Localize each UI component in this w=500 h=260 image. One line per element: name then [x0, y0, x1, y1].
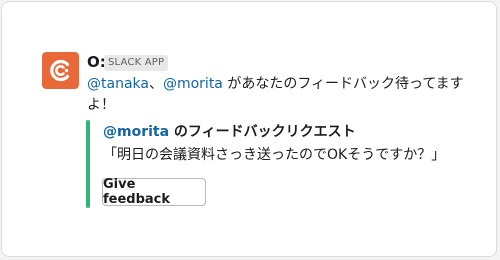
mention-tanaka[interactable]: @tanaka — [87, 76, 149, 92]
app-logo-icon[interactable] — [42, 52, 79, 89]
attachment-body: 「明日の会議資料さっき送ったのでOKそうですか？」 — [103, 147, 446, 163]
mention-separator: 、 — [148, 76, 163, 92]
sender-name[interactable]: O: — [87, 53, 106, 71]
mention-morita[interactable]: @morita — [163, 76, 223, 92]
attachment-title-mention[interactable]: @morita — [103, 124, 169, 140]
app-badge: SLACK APP — [104, 55, 169, 71]
attachment-title: @morita のフィードバックリクエスト — [103, 122, 356, 142]
attachment-title-text: のフィードバックリクエスト — [169, 124, 356, 140]
give-feedback-button[interactable]: Give feedback — [102, 177, 206, 207]
attachment-accent-bar — [86, 120, 90, 208]
message-card: O: SLACK APP @tanaka、@morita があなたのフィードバッ… — [1, 1, 497, 257]
message-text: @tanaka、@morita があなたのフィードバック待ってますよ！ — [87, 74, 482, 116]
